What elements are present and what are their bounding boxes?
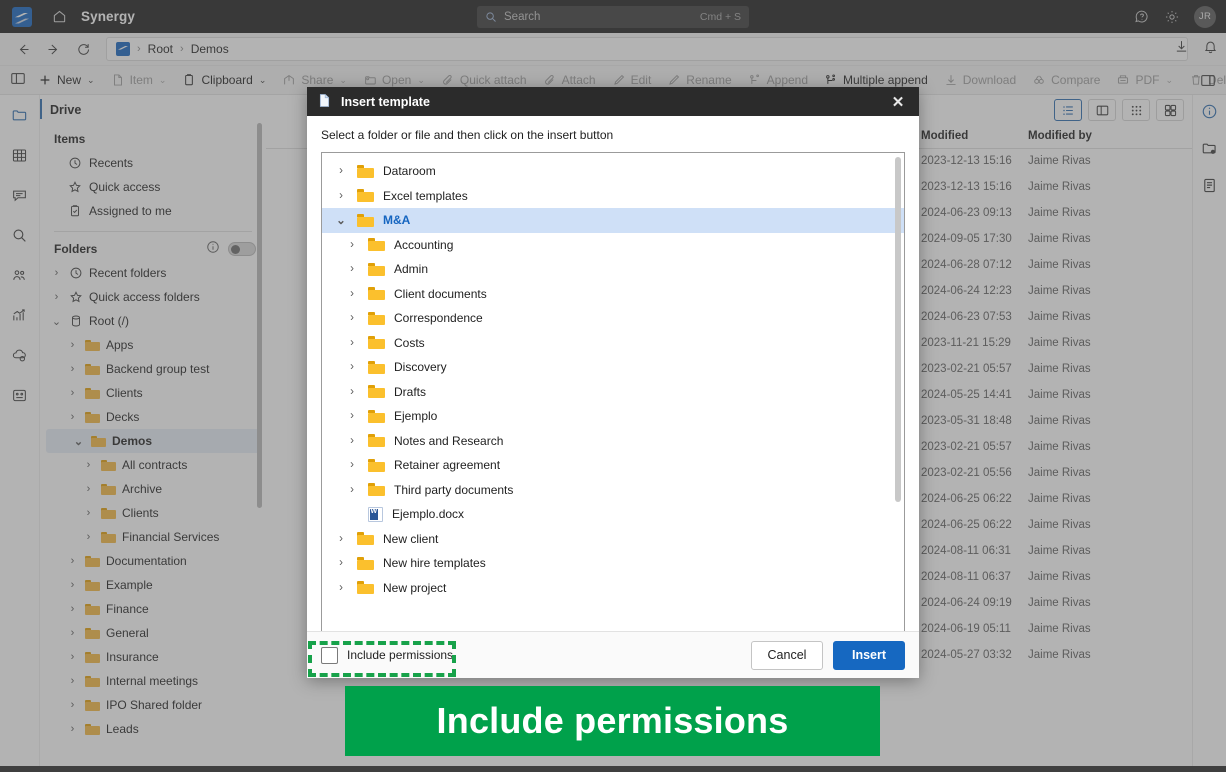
template-tree-label: New project (383, 580, 447, 595)
template-tree-label: Third party documents (394, 482, 514, 497)
template-tree-label: Client documents (394, 286, 487, 301)
template-tree-label: Excel templates (383, 188, 468, 203)
folder-icon (368, 262, 385, 276)
template-tree-label: Discovery (394, 360, 447, 375)
chevron-right-icon[interactable]: › (345, 361, 359, 373)
folder-icon (368, 336, 385, 350)
template-tree-label: Ejemplo.docx (392, 507, 465, 522)
chevron-right-icon[interactable]: › (345, 410, 359, 422)
chevron-right-icon[interactable]: › (334, 190, 348, 202)
dialog-tree-scrollbar[interactable] (895, 157, 901, 502)
template-tree-item-drafts[interactable]: › Drafts (322, 380, 904, 405)
template-tree-label: Correspondence (394, 311, 483, 326)
chevron-down-icon[interactable]: ⌄ (334, 213, 348, 227)
word-doc-icon (368, 506, 383, 522)
folder-icon (357, 556, 374, 570)
dialog-title: Insert template (341, 94, 430, 109)
dialog-subtitle: Select a folder or file and then click o… (321, 128, 614, 142)
folder-icon (368, 311, 385, 325)
chevron-right-icon[interactable]: › (345, 239, 359, 251)
template-tree-item-notes-and-research[interactable]: › Notes and Research (322, 429, 904, 454)
template-tree-label: Ejemplo (394, 409, 438, 424)
bottom-strip (0, 766, 1226, 772)
folder-icon (357, 581, 374, 595)
template-tree-item-costs[interactable]: › Costs (322, 331, 904, 356)
template-tree-item-ejemplo-docx[interactable]: Ejemplo.docx (322, 502, 904, 527)
chevron-right-icon[interactable]: › (334, 557, 348, 569)
folder-icon (368, 238, 385, 252)
template-tree-label: Accounting (394, 237, 454, 252)
chevron-right-icon[interactable]: › (345, 337, 359, 349)
template-tree-item-correspondence[interactable]: › Correspondence (322, 306, 904, 331)
checkbox-box[interactable] (321, 646, 338, 664)
folder-icon (368, 385, 385, 399)
folder-icon (368, 483, 385, 497)
annotation-banner-text: Include permissions (436, 700, 789, 741)
template-tree-label: Drafts (394, 384, 427, 399)
insert-button[interactable]: Insert (833, 640, 905, 670)
chevron-right-icon[interactable]: › (345, 312, 359, 324)
dialog-footer: Include permissions Cancel Insert (307, 631, 919, 678)
chevron-right-icon[interactable]: › (345, 435, 359, 447)
folder-icon (357, 213, 374, 227)
template-tree-item-client-documents[interactable]: › Client documents (322, 282, 904, 307)
dialog-title-bar: Insert template ✕ (307, 87, 919, 116)
folder-icon (368, 458, 385, 472)
template-tree-label: Retainer agreement (394, 458, 501, 473)
template-tree-item-admin[interactable]: › Admin (322, 257, 904, 282)
chevron-right-icon[interactable]: › (345, 484, 359, 496)
include-permissions-checkbox[interactable]: Include permissions (321, 646, 454, 664)
app-root: Synergy Search Cmd + S JR › Root › Demos… (0, 0, 1226, 772)
chevron-right-icon[interactable]: › (334, 165, 348, 177)
template-tree-item-excel-templates[interactable]: › Excel templates (322, 184, 904, 209)
chevron-right-icon[interactable]: › (345, 288, 359, 300)
folder-icon (357, 189, 374, 203)
folder-icon (368, 360, 385, 374)
chevron-right-icon[interactable]: › (345, 263, 359, 275)
include-permissions-label: Include permissions (347, 648, 454, 662)
close-icon[interactable]: ✕ (885, 90, 911, 114)
template-tree-item-third-party-documents[interactable]: › Third party documents (322, 478, 904, 503)
folder-icon (368, 409, 385, 423)
template-tree-label: Costs (394, 335, 425, 350)
chevron-right-icon[interactable]: › (334, 582, 348, 594)
document-insert-icon (317, 93, 332, 111)
folder-icon (357, 164, 374, 178)
template-tree-label: New hire templates (383, 556, 486, 571)
template-tree-label: Notes and Research (394, 433, 504, 448)
chevron-right-icon[interactable]: › (345, 386, 359, 398)
template-folder-tree: › Dataroom › Excel templates ⌄ M&A › Accounting… (321, 152, 905, 641)
template-tree-label: New client (383, 531, 439, 546)
cancel-button[interactable]: Cancel (751, 640, 823, 670)
folder-icon (368, 287, 385, 301)
template-tree-item-ejemplo[interactable]: › Ejemplo (322, 404, 904, 429)
template-tree-item-retainer-agreement[interactable]: › Retainer agreement (322, 453, 904, 478)
folder-icon (357, 532, 374, 546)
template-tree-item-m-a[interactable]: ⌄ M&A (322, 208, 904, 233)
template-tree-item-accounting[interactable]: › Accounting (322, 233, 904, 258)
template-tree-item-new-hire-templates[interactable]: › New hire templates (322, 551, 904, 576)
annotation-banner: Include permissions (345, 686, 880, 756)
template-tree-item-dataroom[interactable]: › Dataroom (322, 159, 904, 184)
insert-template-dialog: Insert template ✕ Select a folder or fil… (307, 87, 919, 678)
template-tree-label: M&A (383, 213, 411, 228)
template-tree-label: Dataroom (383, 164, 436, 179)
folder-icon (368, 434, 385, 448)
template-tree-item-new-project[interactable]: › New project (322, 576, 904, 601)
dialog-body: Select a folder or file and then click o… (307, 116, 919, 641)
chevron-right-icon[interactable]: › (334, 533, 348, 545)
template-tree-label: Admin (394, 262, 429, 277)
template-tree-item-discovery[interactable]: › Discovery (322, 355, 904, 380)
template-tree-item-new-client[interactable]: › New client (322, 527, 904, 552)
chevron-right-icon[interactable]: › (345, 459, 359, 471)
